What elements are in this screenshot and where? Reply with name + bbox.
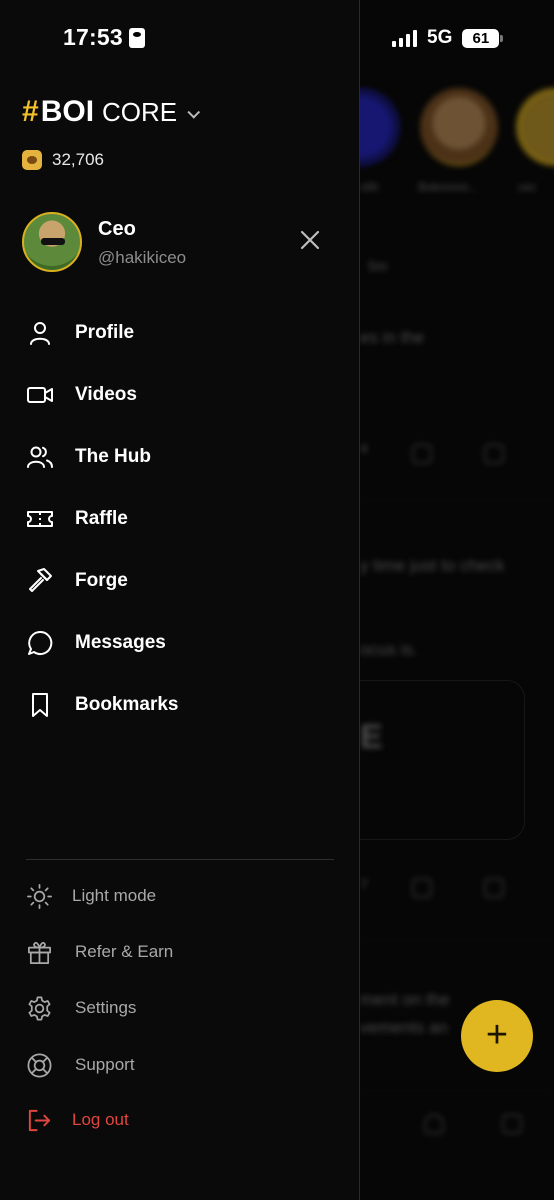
video-icon bbox=[27, 387, 53, 403]
menu-item-messages[interactable]: Messages bbox=[0, 612, 360, 674]
signal-icon bbox=[392, 29, 417, 47]
menu-label: Bookmarks bbox=[75, 694, 179, 715]
menu-item-videos[interactable]: Videos bbox=[0, 364, 360, 426]
id-card-icon bbox=[128, 27, 145, 48]
logout-icon bbox=[28, 1109, 51, 1131]
close-icon bbox=[300, 230, 320, 250]
compose-button[interactable]: + bbox=[461, 1000, 533, 1072]
menu-label: Forge bbox=[75, 570, 128, 591]
points-value: 32,706 bbox=[52, 150, 104, 169]
hammer-icon bbox=[29, 568, 52, 592]
light-mode-toggle[interactable]: Light mode bbox=[0, 876, 360, 916]
menu-item-raffle[interactable]: Raffle bbox=[0, 488, 360, 550]
refer-earn-item[interactable]: Refer & Earn bbox=[0, 932, 360, 972]
message-icon bbox=[28, 630, 53, 655]
users-icon bbox=[27, 446, 53, 468]
settings-item[interactable]: Settings bbox=[0, 988, 360, 1028]
gift-icon bbox=[28, 941, 51, 964]
brand-switcher[interactable]: # BOI CORE bbox=[22, 95, 201, 129]
brand-name: BOI bbox=[40, 95, 95, 128]
network-type: 5G bbox=[427, 27, 453, 48]
paw-coin-icon bbox=[22, 150, 42, 170]
sub-menu-label: Refer & Earn bbox=[75, 942, 174, 961]
menu-label: Videos bbox=[75, 384, 137, 405]
bookmark-icon bbox=[32, 693, 48, 717]
gear-icon bbox=[28, 996, 51, 1020]
battery-icon: 61 bbox=[462, 28, 504, 48]
points-balance: 32,706 bbox=[22, 150, 104, 170]
user-icon bbox=[30, 322, 50, 345]
menu-label: The Hub bbox=[75, 446, 151, 467]
menu-label: Raffle bbox=[75, 508, 128, 529]
menu-item-forge[interactable]: Forge bbox=[0, 550, 360, 612]
sub-menu-label: Light mode bbox=[72, 886, 157, 905]
menu-item-profile[interactable]: Profile bbox=[0, 302, 360, 364]
sun-icon bbox=[27, 883, 52, 909]
status-indicators: 5G 61 bbox=[392, 27, 504, 49]
profile-handle: @hakikiceo bbox=[98, 248, 187, 267]
close-button[interactable] bbox=[296, 226, 324, 254]
battery-level: 61 bbox=[462, 28, 500, 48]
main-menu: Profile Videos The Hub Raffle Forge Mess… bbox=[0, 302, 360, 736]
menu-label: Profile bbox=[75, 322, 135, 343]
side-drawer: 17:53 # BOI CORE 32,706 Ceo @hakikiceo P… bbox=[0, 0, 360, 1200]
sub-menu-label: Support bbox=[75, 1055, 135, 1074]
sub-menu-label: Log out bbox=[72, 1110, 129, 1129]
menu-label: Messages bbox=[75, 632, 166, 653]
profile-name: Ceo bbox=[98, 218, 136, 240]
brand-hash: # bbox=[22, 95, 39, 128]
logout-button[interactable]: Log out bbox=[0, 1100, 360, 1140]
menu-item-bookmarks[interactable]: Bookmarks bbox=[0, 674, 360, 736]
sub-menu-label: Settings bbox=[75, 998, 137, 1017]
menu-divider bbox=[26, 859, 334, 860]
lifebuoy-icon bbox=[27, 1053, 52, 1077]
chevron-down-icon bbox=[187, 105, 201, 119]
ticket-icon bbox=[27, 511, 53, 527]
avatar[interactable] bbox=[22, 212, 82, 272]
support-item[interactable]: Support bbox=[0, 1045, 360, 1085]
menu-item-the-hub[interactable]: The Hub bbox=[0, 426, 360, 488]
brand-product: CORE bbox=[102, 97, 178, 127]
status-time: 17:53 bbox=[63, 24, 145, 51]
